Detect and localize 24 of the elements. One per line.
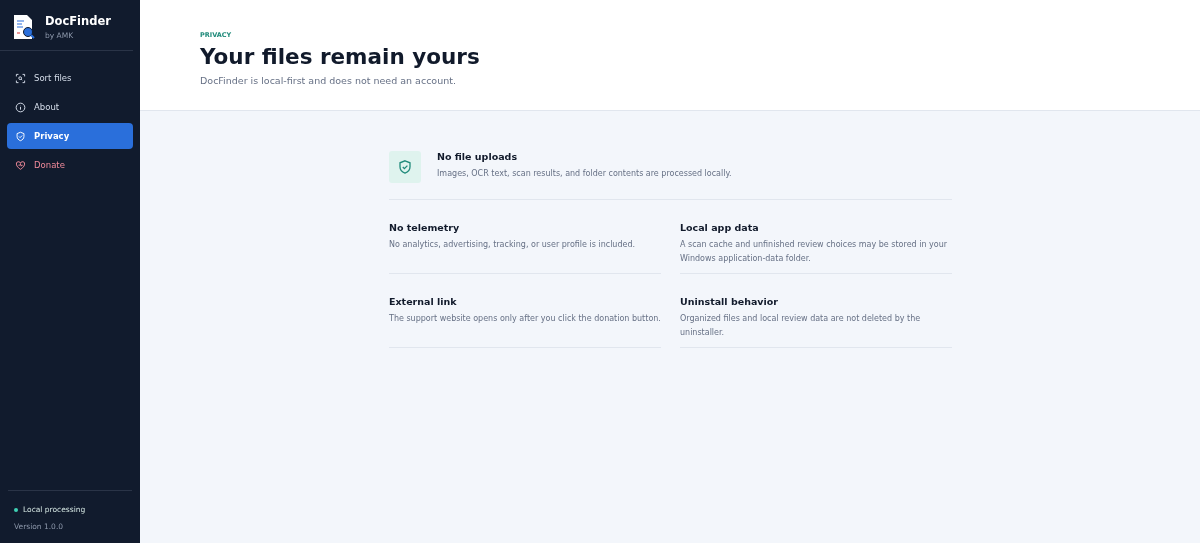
item-title: No file uploads [437, 151, 519, 162]
scan-icon [15, 72, 26, 84]
document-search-logo [13, 14, 35, 40]
page-subtitle: DocFinder is local-first and does not need an account. [200, 75, 457, 86]
app-name: DocFinder [45, 14, 111, 28]
item-description: A scan cache and unfinished review choices may be stored in your Windows application-data folder. [680, 239, 948, 265]
item-description: No analytics, advertising, tracking, or user profile is included. [389, 239, 637, 251]
item-description: Organized files and local review data are not deleted by the uninstaller. [680, 313, 922, 339]
shield-check-icon [389, 151, 421, 183]
item-title: Local app data [680, 222, 760, 233]
item-description: Images, OCR text, scan results, and folder contents are processed locally. [437, 168, 732, 180]
nav-item[interactable]: Privacy [7, 123, 133, 149]
status-dot-icon [14, 507, 18, 512]
shield-icon [15, 130, 26, 142]
item-title: External link [389, 296, 458, 307]
heart-icon [15, 159, 26, 171]
info-icon [15, 101, 26, 113]
nav-item[interactable]: Donate [7, 152, 133, 178]
item-title: No telemetry [389, 222, 461, 233]
nav-item[interactable]: About [7, 94, 133, 120]
nav-item[interactable]: Sort files [7, 65, 133, 91]
page-title: Your files remain yours [200, 44, 481, 69]
item-description: The support website opens only after you click the donation button. [389, 313, 661, 325]
item-title: Uninstall behavior [680, 296, 779, 307]
